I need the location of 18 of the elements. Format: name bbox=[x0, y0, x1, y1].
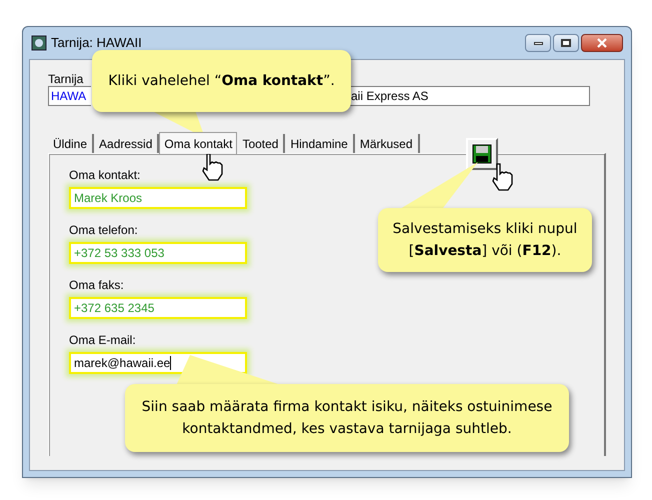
app-icon bbox=[31, 35, 47, 51]
input-field[interactable]: +372 53 333 053 bbox=[69, 242, 247, 264]
field-label: Tarnija bbox=[48, 71, 84, 84]
maximize-button[interactable] bbox=[553, 34, 579, 52]
code-field[interactable]: HAWA bbox=[48, 86, 91, 106]
name-field[interactable]: aii Express AS bbox=[350, 86, 590, 106]
field-label: Oma telefon: bbox=[69, 222, 138, 239]
minimize-button[interactable] bbox=[525, 34, 551, 52]
close-button[interactable] bbox=[581, 34, 623, 52]
window-title: Tarnija: HAWAII bbox=[51, 34, 142, 52]
field-label: Oma E-mail: bbox=[69, 332, 136, 349]
input-field[interactable]: Marek Kroos bbox=[69, 187, 247, 209]
field-label: Oma kontakt: bbox=[69, 167, 140, 184]
input-field[interactable]: +372 635 2345 bbox=[69, 297, 247, 319]
field-label: Oma faks: bbox=[69, 277, 124, 294]
close-icon bbox=[597, 38, 607, 48]
tab[interactable]: Oma kontakt bbox=[159, 132, 238, 154]
save-button[interactable] bbox=[466, 138, 498, 170]
